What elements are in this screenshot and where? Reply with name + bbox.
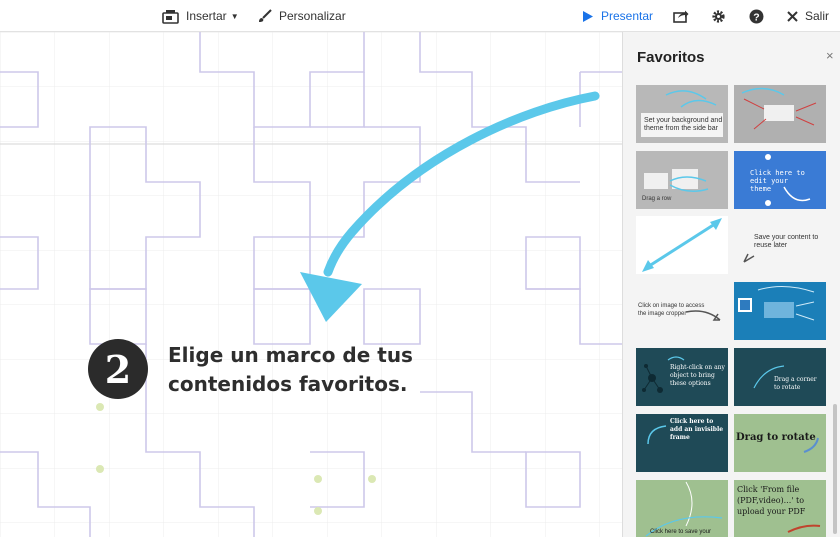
favorite-thumbnail[interactable]: Click here to save your theme bbox=[636, 480, 728, 537]
panel-title: Favoritos bbox=[637, 49, 705, 66]
close-icon bbox=[787, 10, 798, 22]
favorite-thumbnail[interactable] bbox=[734, 85, 826, 143]
thumbnail-caption: Click 'From file (PDF,video)...' to uplo… bbox=[737, 485, 806, 516]
gear-icon bbox=[712, 9, 725, 23]
favorite-thumbnail[interactable]: Click 'From file (PDF,video)...' to uplo… bbox=[734, 480, 826, 537]
favorite-thumbnail[interactable]: Click here to edit your theme bbox=[734, 151, 826, 209]
play-icon bbox=[583, 10, 593, 22]
customize-button[interactable]: Personalizar bbox=[258, 0, 346, 32]
thumbnail-caption: Drag a row bbox=[642, 196, 672, 202]
favorite-thumbnail[interactable]: Click here to add an invisible frame bbox=[636, 414, 728, 472]
thumbnail-caption: Save your content to reuse later bbox=[754, 234, 819, 249]
favorite-thumbnail[interactable] bbox=[734, 282, 826, 340]
thumbnail-graphic bbox=[734, 282, 826, 340]
exit-button[interactable]: Salir bbox=[787, 0, 829, 32]
thumbnail-caption: Drag a corner to rotate bbox=[774, 376, 817, 391]
favorite-thumbnail[interactable]: Drag a corner to rotate bbox=[734, 348, 826, 406]
panel-close-button[interactable]: × bbox=[826, 48, 834, 63]
present-label: Presentar bbox=[601, 9, 654, 23]
settings-button[interactable] bbox=[711, 0, 726, 32]
thumbnail-caption: Right-click on any object to bring these… bbox=[670, 364, 725, 387]
thumbnail-graphic bbox=[642, 218, 722, 272]
insert-icon bbox=[162, 9, 179, 24]
brush-icon bbox=[259, 9, 272, 22]
canvas-area[interactable]: 2 Elige un marco de tus contenidos favor… bbox=[0, 32, 622, 537]
present-button[interactable]: Presentar bbox=[582, 0, 653, 32]
step-callout: 2 Elige un marco de tus contenidos favor… bbox=[88, 339, 413, 399]
chevron-down-icon: ▼ bbox=[230, 11, 239, 21]
favorite-thumbnail[interactable]: Set your background and theme from the s… bbox=[636, 85, 728, 143]
step-number-badge: 2 bbox=[88, 339, 148, 399]
share-icon bbox=[673, 10, 689, 23]
favorite-thumbnail[interactable]: Right-click on any object to bring these… bbox=[636, 348, 728, 406]
panel-scrollbar[interactable] bbox=[833, 404, 837, 534]
thumbnail-caption: Click here to save your theme bbox=[650, 529, 712, 535]
favorite-thumbnail[interactable]: Drag a row bbox=[636, 151, 728, 209]
thumbnail-caption: Click here to add an invisible frame bbox=[670, 418, 724, 441]
favorite-thumbnail[interactable] bbox=[636, 216, 728, 274]
thumbnail-caption: Drag to rotate bbox=[736, 432, 816, 443]
thumbnail-caption: Click on image to access the image cropp… bbox=[638, 303, 705, 317]
customize-label: Personalizar bbox=[279, 9, 346, 23]
canvas-background bbox=[0, 32, 622, 537]
share-button[interactable] bbox=[673, 0, 689, 32]
thumbnail-graphic bbox=[641, 90, 723, 137]
top-toolbar: Insertar ▼ Personalizar Presentar ? Sali… bbox=[0, 0, 840, 32]
insert-menu-button[interactable]: Insertar ▼ bbox=[162, 0, 239, 32]
thumbnail-caption: Set your background and theme from the s… bbox=[644, 117, 723, 132]
step-instruction: Elige un marco de tus contenidos favorit… bbox=[168, 343, 413, 396]
thumbnail-graphic bbox=[741, 87, 817, 130]
svg-text:?: ? bbox=[753, 11, 759, 23]
thumbnail-graphic bbox=[803, 437, 819, 453]
exit-label: Salir bbox=[805, 9, 830, 23]
help-button[interactable]: ? bbox=[749, 0, 764, 32]
thumbnail-caption: Click here to edit your theme bbox=[750, 169, 805, 193]
favorite-thumbnail[interactable]: Save your content to reuse later bbox=[734, 216, 826, 274]
favorite-thumbnail[interactable]: Click on image to access the image cropp… bbox=[636, 282, 728, 340]
favorites-panel: Favoritos × Set your background and them… bbox=[622, 32, 840, 537]
insert-label: Insertar bbox=[186, 9, 227, 23]
help-icon: ? bbox=[749, 9, 764, 23]
favorite-thumbnail[interactable]: Drag to rotate bbox=[734, 414, 826, 472]
